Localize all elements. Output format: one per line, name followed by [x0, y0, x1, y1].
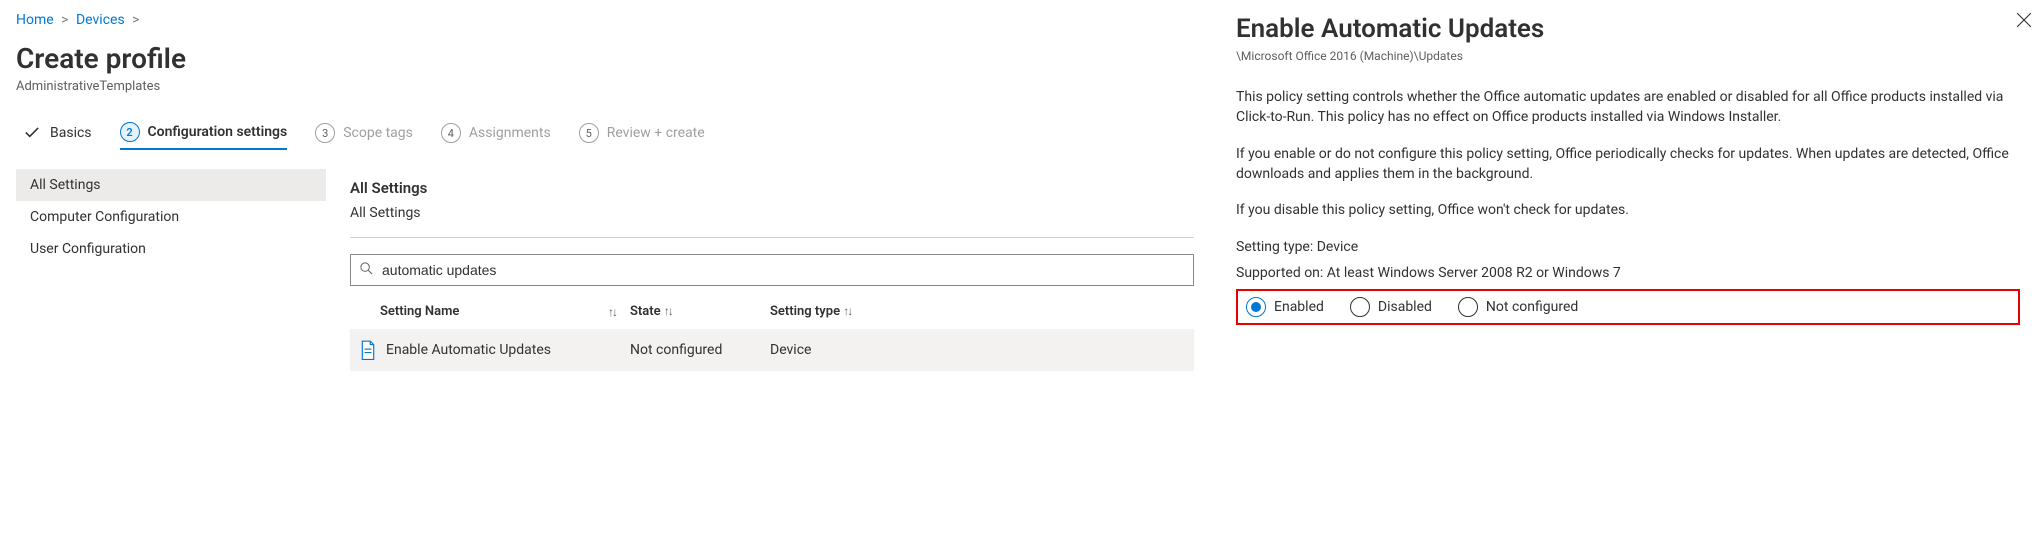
- step-configuration-settings[interactable]: 2 Configuration settings: [120, 118, 288, 150]
- step-label: Configuration settings: [148, 124, 288, 140]
- wizard-steps: Basics 2 Configuration settings 3 Scope …: [16, 112, 1214, 155]
- column-header-type[interactable]: Setting type ↑↓: [770, 304, 910, 319]
- step-label: Assignments: [469, 125, 551, 141]
- sort-icon: ↑↓: [664, 304, 672, 318]
- step-label: Basics: [50, 125, 92, 141]
- column-label: Setting type: [770, 304, 840, 319]
- column-label: State: [630, 304, 661, 319]
- step-number: 3: [315, 123, 335, 143]
- flyout-setting-type: Setting type: Device: [1236, 237, 2020, 257]
- check-icon: [22, 123, 42, 143]
- radio-icon: [1350, 297, 1370, 317]
- flyout-title: Enable Automatic Updates: [1236, 14, 2020, 45]
- flyout-body: This policy setting controls whether the…: [1236, 87, 2020, 325]
- radio-disabled[interactable]: Disabled: [1350, 297, 1432, 317]
- radio-label: Disabled: [1378, 299, 1432, 315]
- radio-label: Not configured: [1486, 299, 1578, 315]
- flyout-path: \Microsoft Office 2016 (Machine)\Updates: [1236, 49, 2020, 63]
- flyout-description: This policy setting controls whether the…: [1236, 87, 2020, 128]
- settings-flyout: Enable Automatic Updates \Microsoft Offi…: [1214, 0, 2044, 550]
- radio-not-configured[interactable]: Not configured: [1458, 297, 1578, 317]
- page-title: Create profile: [16, 42, 1214, 75]
- breadcrumb-home[interactable]: Home: [16, 12, 54, 28]
- step-basics[interactable]: Basics: [22, 119, 92, 147]
- step-review-create[interactable]: 5 Review + create: [579, 119, 705, 147]
- settings-pane: All Settings All Settings Setting Name ↑…: [326, 169, 1214, 371]
- column-label: Setting Name: [380, 304, 459, 319]
- grid-header-row: Setting Name ↑↓ State ↑↓ Setting type ↑↓: [350, 294, 1194, 329]
- breadcrumb-separator: >: [132, 12, 139, 28]
- main-area: Home > Devices > Create profile Administ…: [0, 0, 1214, 550]
- search-input[interactable]: [380, 261, 1185, 279]
- settings-tree: All Settings Computer Configuration User…: [16, 169, 326, 371]
- search-icon: [359, 261, 374, 280]
- radio-enabled[interactable]: Enabled: [1246, 297, 1324, 317]
- sort-icon: ↑↓: [608, 305, 616, 319]
- page-subtitle: AdministrativeTemplates: [16, 79, 1214, 94]
- flyout-supported-on: Supported on: At least Windows Server 20…: [1236, 263, 2020, 283]
- breadcrumb: Home > Devices >: [16, 12, 1214, 28]
- type-cell: Device: [770, 342, 910, 358]
- column-header-state[interactable]: State ↑↓: [630, 304, 770, 319]
- flyout-description: If you disable this policy setting, Offi…: [1236, 200, 2020, 220]
- settings-heading: All Settings: [350, 179, 1194, 197]
- step-assignments[interactable]: 4 Assignments: [441, 119, 551, 147]
- setting-name-cell: Enable Automatic Updates: [386, 342, 551, 358]
- tree-item-computer-configuration[interactable]: Computer Configuration: [16, 201, 326, 233]
- flyout-description: If you enable or do not configure this p…: [1236, 144, 2020, 185]
- close-icon: [2016, 16, 2032, 32]
- tree-item-all-settings[interactable]: All Settings: [16, 169, 326, 201]
- sort-icon: ↑↓: [843, 304, 851, 318]
- step-label: Review + create: [607, 125, 705, 141]
- radio-icon: [1458, 297, 1478, 317]
- column-header-name[interactable]: Setting Name ↑↓: [350, 304, 630, 319]
- state-cell: Not configured: [630, 342, 770, 358]
- radio-icon: [1246, 297, 1266, 317]
- table-row[interactable]: Enable Automatic Updates Not configured …: [350, 329, 1194, 371]
- step-number: 5: [579, 123, 599, 143]
- policy-file-icon: [360, 340, 376, 360]
- settings-grid: Setting Name ↑↓ State ↑↓ Setting type ↑↓: [350, 294, 1194, 371]
- tree-item-user-configuration[interactable]: User Configuration: [16, 233, 326, 265]
- step-scope-tags[interactable]: 3 Scope tags: [315, 119, 413, 147]
- search-box[interactable]: [350, 254, 1194, 286]
- radio-group: Enabled Disabled Not configured: [1236, 289, 2020, 325]
- step-number: 4: [441, 123, 461, 143]
- settings-path: All Settings: [350, 205, 1194, 238]
- breadcrumb-devices[interactable]: Devices: [76, 12, 125, 28]
- breadcrumb-separator: >: [61, 12, 68, 28]
- step-label: Scope tags: [343, 125, 413, 141]
- step-number: 2: [120, 122, 140, 142]
- radio-label: Enabled: [1274, 299, 1324, 315]
- close-button[interactable]: [2016, 12, 2032, 32]
